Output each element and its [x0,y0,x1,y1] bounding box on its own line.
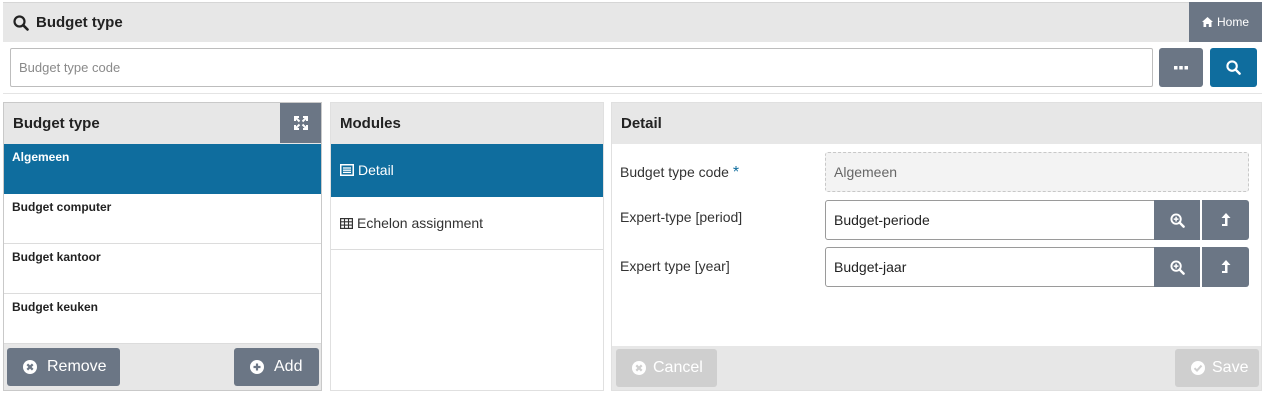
expert-type-year-value: Budget-jaar [834,259,907,275]
detail-panel-header: Detail [612,103,1261,144]
module-item-detail[interactable]: Detail [331,144,603,197]
list-panel-footer: Remove Add [4,344,321,390]
budget-type-code-value: Algemeen [834,164,898,180]
list-panel-title: Budget type [13,115,100,132]
remove-label: Remove [47,358,107,375]
modules-panel-title: Modules [340,115,401,132]
search-icon [1226,60,1241,75]
period-navigate-button[interactable] [1202,200,1249,240]
modules-panel-header: Modules [331,103,603,144]
remove-button[interactable]: Remove [7,348,120,386]
zoom-in-icon [1169,212,1185,228]
detail-panel: Detail Budget type code * Algemeen Exper… [611,102,1262,391]
top-bar: Budget type [3,2,1262,42]
list-item-label: Algemeen [12,150,70,164]
save-button[interactable]: Save [1175,349,1259,387]
level-up-icon [1221,260,1231,274]
period-lookup-button[interactable] [1154,200,1200,240]
expert-type-year-label: Expert type [year] [620,258,730,274]
list-item-label: Budget computer [12,200,112,214]
list-alt-icon [340,164,354,176]
remove-circle-icon [22,359,38,375]
year-lookup-button[interactable] [1154,247,1200,287]
check-circle-icon [1190,360,1206,376]
table-icon [340,217,353,229]
list-item[interactable]: Budget keuken [4,294,321,344]
list-item[interactable]: Budget kantoor [4,244,321,294]
budget-type-code-label: Budget type code * [620,164,739,182]
budget-type-code-label-text: Budget type code [620,164,729,180]
module-item-label: Detail [358,162,394,178]
more-options-button[interactable] [1159,48,1203,87]
add-button[interactable]: Add [234,348,319,386]
page-title: Budget type [36,14,123,31]
add-label: Add [274,358,303,375]
search-button[interactable] [1210,48,1257,87]
ellipsis-icon [1174,65,1188,70]
required-marker: * [732,164,740,181]
list-panel-header: Budget type [4,103,321,144]
year-navigate-button[interactable] [1202,247,1249,287]
list-item[interactable]: Budget computer [4,194,321,244]
expand-button[interactable] [280,103,321,143]
module-item-echelon-assignment[interactable]: Echelon assignment [331,197,603,250]
list-item-label: Budget keuken [12,300,99,314]
cancel-circle-icon [631,360,647,376]
expert-type-year-input[interactable]: Budget-jaar [825,247,1155,287]
search-icon [13,15,29,31]
expert-type-period-value: Budget-periode [834,212,930,228]
level-up-icon [1221,213,1231,227]
detail-panel-footer: Cancel Save [612,346,1261,390]
list-item[interactable]: Algemeen [4,144,321,194]
modules-panel: Modules Detail Echelon assignment [330,102,604,391]
cancel-label: Cancel [653,359,703,376]
add-circle-icon [249,359,265,375]
home-label: Home [1216,15,1249,29]
zoom-in-icon [1169,259,1185,275]
home-icon [1201,17,1213,27]
expand-icon [293,116,308,130]
detail-panel-title: Detail [621,115,662,132]
list-item-label: Budget kantoor [12,250,101,264]
module-item-label: Echelon assignment [357,215,484,231]
budget-type-list-panel: Budget type Algemeen Budget computer Bud… [3,102,322,391]
cancel-button[interactable]: Cancel [616,349,717,387]
save-label: Save [1212,359,1249,376]
budget-type-code-search-input[interactable] [10,48,1153,87]
budget-type-code-field: Algemeen [825,152,1249,192]
expert-type-period-input[interactable]: Budget-periode [825,200,1155,240]
home-button[interactable]: Home [1189,2,1262,42]
expert-type-period-label: Expert-type [period] [620,209,743,225]
